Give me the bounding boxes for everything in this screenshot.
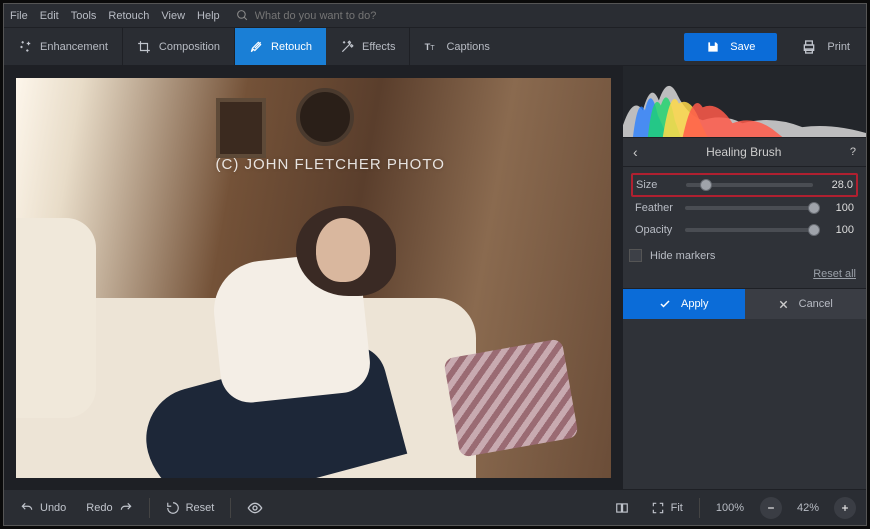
tab-enhancement[interactable]: Enhancement — [4, 28, 123, 65]
undo-button[interactable]: Undo — [14, 497, 72, 519]
text-icon: TT — [424, 40, 438, 54]
menu-retouch[interactable]: Retouch — [108, 10, 149, 22]
fit-button[interactable]: Fit — [645, 497, 689, 519]
bg-pillow — [443, 338, 579, 457]
panel-actions: Apply Cancel — [623, 288, 866, 319]
watermark-text: (C) JOHN FLETCHER PHOTO — [216, 156, 445, 173]
tab-composition[interactable]: Composition — [123, 28, 235, 65]
slider-value: 100 — [820, 202, 854, 214]
zoom-in-button[interactable] — [834, 497, 856, 519]
toolbar: Enhancement Composition Retouch Effects … — [4, 28, 866, 66]
tab-effects[interactable]: Effects — [326, 28, 410, 65]
app-window: File Edit Tools Retouch View Help Enhanc… — [3, 3, 867, 526]
menu-file[interactable]: File — [10, 10, 28, 22]
compare-button[interactable] — [609, 497, 635, 519]
slider-opacity: Opacity 100 — [631, 219, 858, 241]
slider-value: 28.0 — [819, 179, 853, 191]
back-button[interactable]: ‹ — [633, 144, 638, 160]
undo-icon — [20, 501, 34, 515]
preview-toggle[interactable] — [241, 496, 269, 520]
eye-icon — [247, 500, 263, 516]
reset-all-link[interactable]: Reset all — [623, 264, 866, 288]
zoom-100[interactable]: 100% — [710, 502, 750, 514]
menu-help[interactable]: Help — [197, 10, 220, 22]
bottom-bar: Undo Redo Reset Fit 100% 42% — [4, 489, 866, 525]
print-button[interactable]: Print — [785, 28, 866, 65]
fit-icon — [651, 501, 665, 515]
reset-icon — [166, 501, 180, 515]
tab-retouch[interactable]: Retouch — [235, 28, 326, 65]
slider-size: Size 28.0 — [631, 173, 858, 197]
tab-label: Effects — [362, 41, 395, 53]
tab-label: Captions — [446, 41, 489, 53]
svg-text:T: T — [431, 44, 436, 51]
tab-label: Composition — [159, 41, 220, 53]
canvas-area: (C) JOHN FLETCHER PHOTO — [4, 66, 622, 489]
check-icon — [659, 298, 671, 310]
help-button[interactable]: ? — [850, 146, 856, 158]
wand-icon — [340, 40, 354, 54]
plus-icon — [840, 503, 850, 513]
tab-label: Enhancement — [40, 41, 108, 53]
menu-edit[interactable]: Edit — [40, 10, 59, 22]
apply-button[interactable]: Apply — [623, 289, 745, 319]
slider-feather: Feather 100 — [631, 197, 858, 219]
slider-thumb[interactable] — [700, 179, 712, 191]
tab-label: Retouch — [271, 41, 312, 53]
side-panel: ‹ Healing Brush ? Size28.0Feather100Opac… — [622, 66, 866, 489]
menu-tools[interactable]: Tools — [71, 10, 97, 22]
reset-button[interactable]: Reset — [160, 497, 221, 519]
zoom-out-button[interactable] — [760, 497, 782, 519]
minus-icon — [766, 503, 776, 513]
enhancement-icon — [18, 40, 32, 54]
crop-icon — [137, 40, 151, 54]
save-icon — [706, 40, 720, 54]
slider-value: 100 — [820, 224, 854, 236]
svg-text:T: T — [425, 41, 431, 51]
hide-markers-checkbox[interactable] — [629, 249, 642, 262]
search-input[interactable] — [255, 10, 395, 22]
bg-frame-round — [296, 88, 354, 146]
print-icon — [801, 39, 817, 55]
bg-frame — [216, 98, 266, 158]
menubar-search[interactable] — [236, 9, 395, 22]
redo-icon — [119, 501, 133, 515]
cancel-button[interactable]: Cancel — [745, 289, 867, 319]
close-icon — [778, 299, 789, 310]
search-icon — [236, 9, 249, 22]
save-button[interactable]: Save — [684, 33, 777, 61]
panel-header: ‹ Healing Brush ? — [623, 138, 866, 167]
histogram — [623, 66, 866, 138]
zoom-level: 42% — [792, 502, 824, 514]
workspace: (C) JOHN FLETCHER PHOTO ‹ Healing Brush … — [4, 66, 866, 489]
hide-markers-row: Hide markers — [623, 243, 866, 264]
sliders: Size 28.0 Feather 100 Opacity 100 — [623, 167, 866, 243]
brush-icon — [249, 40, 263, 54]
tab-captions[interactable]: TT Captions — [410, 28, 503, 65]
image-canvas[interactable]: (C) JOHN FLETCHER PHOTO — [16, 78, 611, 478]
slider-thumb[interactable] — [808, 202, 820, 214]
redo-button[interactable]: Redo — [80, 497, 138, 519]
slider-label: Size — [636, 179, 680, 191]
compare-icon — [615, 501, 629, 515]
menubar: File Edit Tools Retouch View Help — [4, 4, 866, 28]
slider-label: Feather — [635, 202, 679, 214]
slider-thumb[interactable] — [808, 224, 820, 236]
slider-label: Opacity — [635, 224, 679, 236]
menu-view[interactable]: View — [161, 10, 185, 22]
bg-figure — [176, 188, 436, 468]
slider-track-size[interactable] — [686, 183, 813, 187]
panel-title: Healing Brush — [706, 145, 781, 159]
slider-track-feather[interactable] — [685, 206, 814, 210]
hide-markers-label: Hide markers — [650, 250, 715, 262]
slider-track-opacity[interactable] — [685, 228, 814, 232]
